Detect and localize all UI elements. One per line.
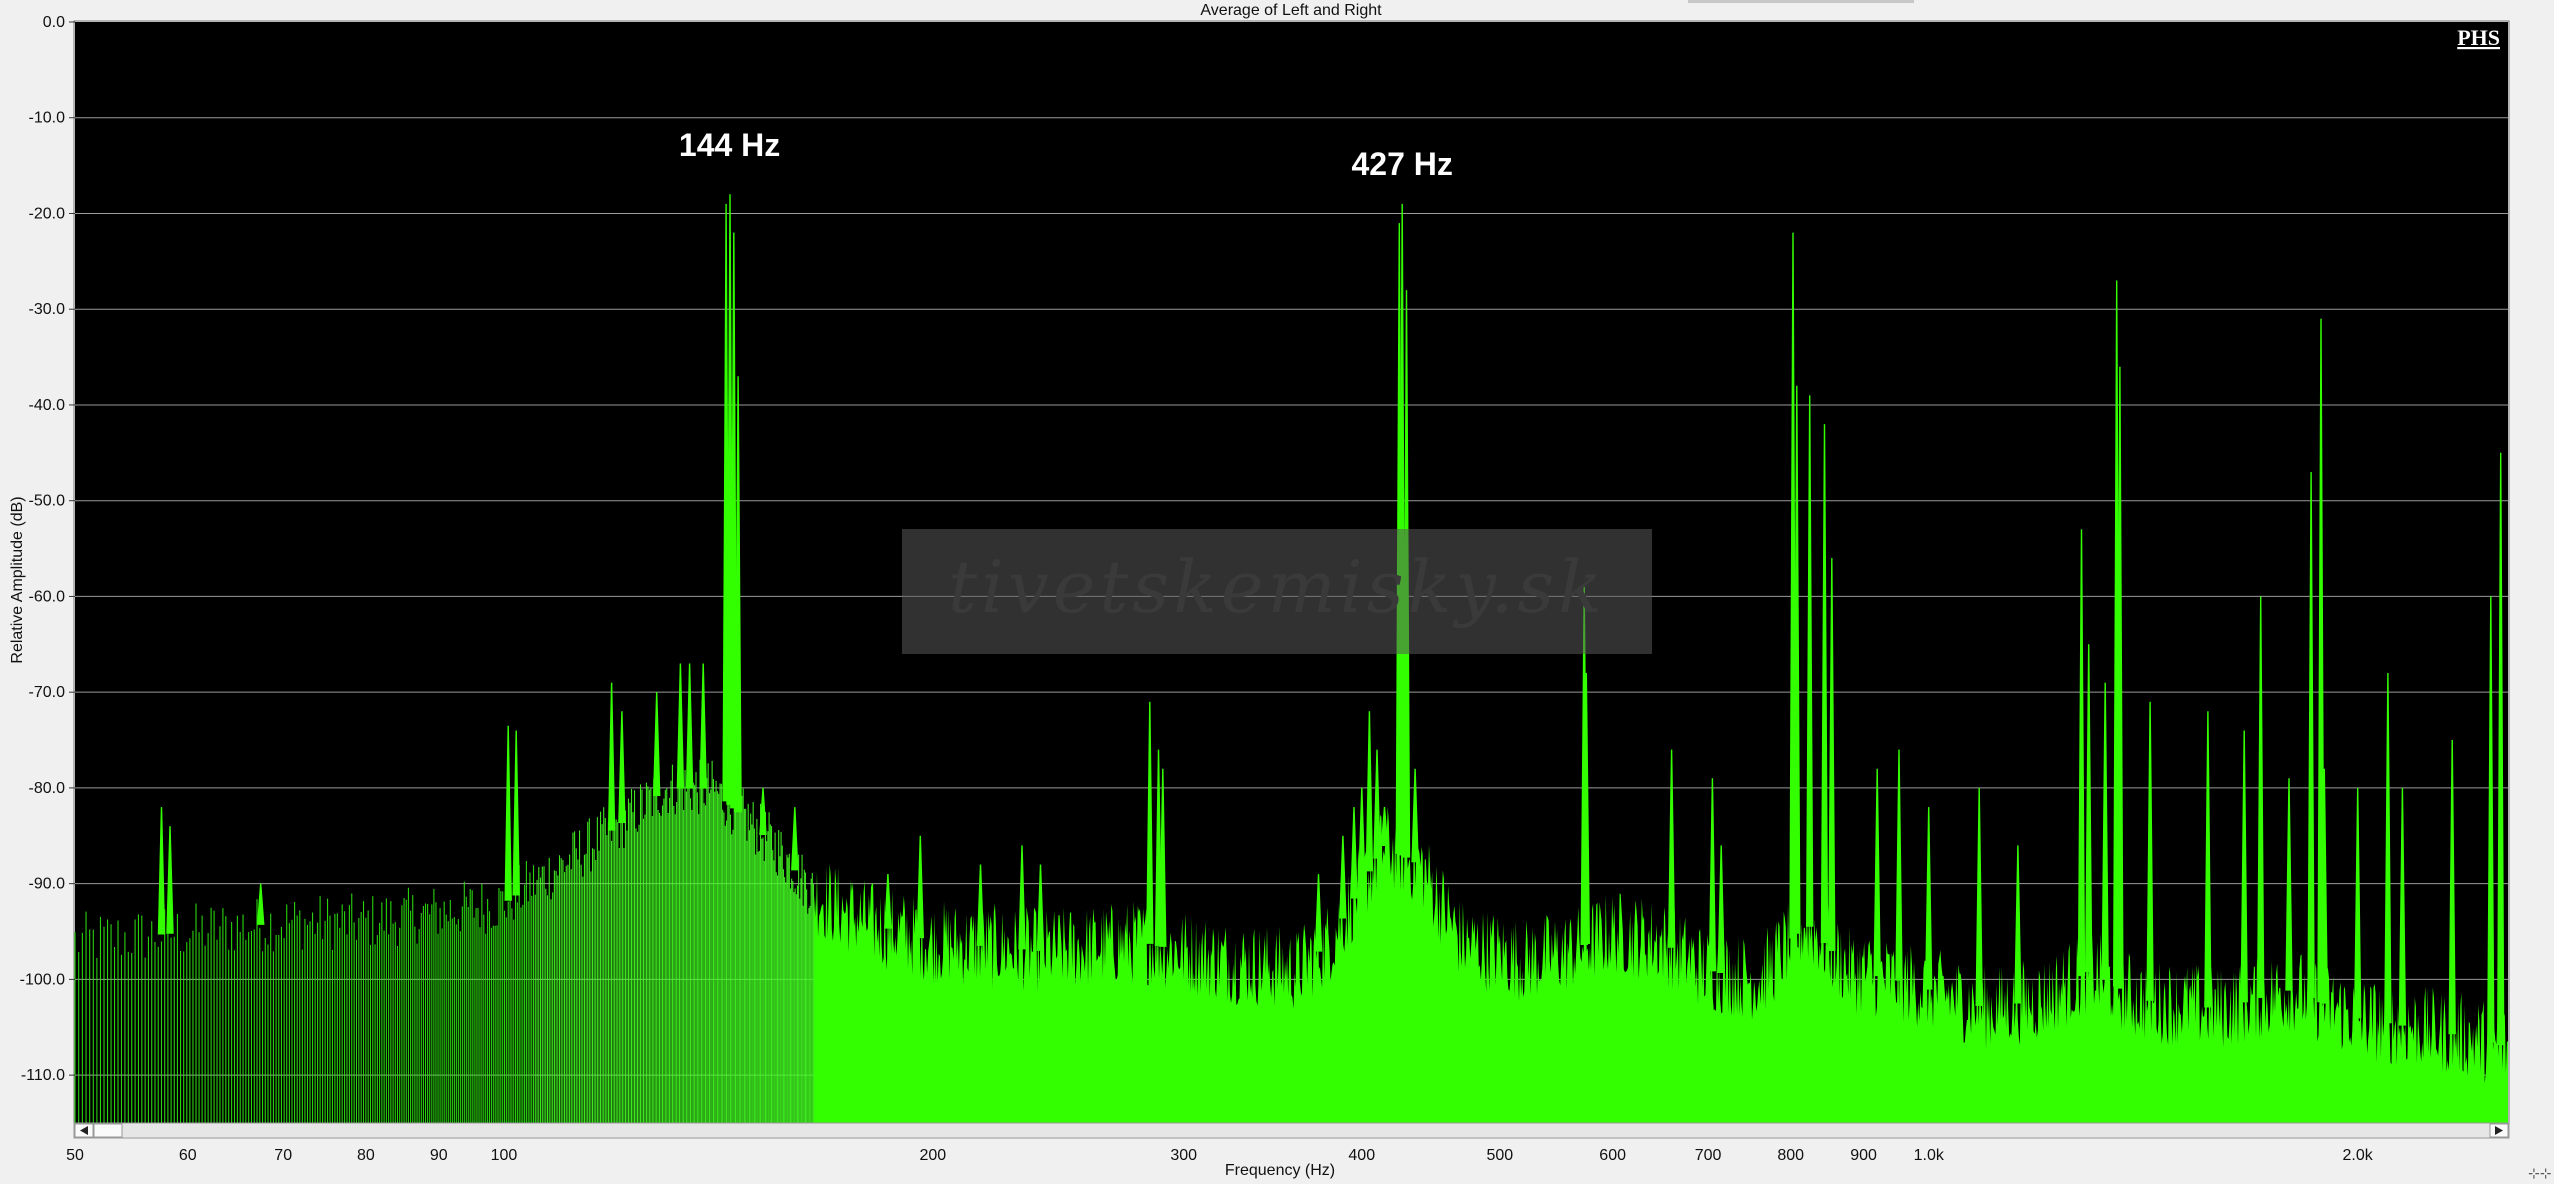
x-tick-label: 70 [274,1147,292,1164]
watermark-text: tivetskemisky.sk [948,545,1606,629]
y-tick-label: -70.0 [29,684,66,701]
top-tab-stub [1688,0,1914,3]
x-tick-label: 100 [491,1147,518,1164]
x-tick-label: 90 [430,1147,448,1164]
y-tick-label: 0.0 [43,14,65,31]
x-tick-label: 60 [179,1147,197,1164]
chart-title: Average of Left and Right [1200,2,1382,19]
x-tick-label: 1.0k [1914,1147,1945,1164]
x-tick-label: 700 [1695,1147,1722,1164]
y-axis-label: Relative Amplitude (dB) [9,496,26,663]
y-tick-label: -80.0 [29,780,66,797]
x-tick-label: 900 [1850,1147,1877,1164]
y-tick-labels: 0.0 -10.0 -20.0 -30.0 -40.0 -50.0 -60.0 -70.0 -8… [20,14,75,1084]
scroll-thumb[interactable] [93,1123,123,1138]
x-tick-label: 200 [919,1147,946,1164]
peak-annotation-144hz: 144 Hz [679,127,780,163]
x-tick-label: 600 [1599,1147,1626,1164]
scrollbar-track[interactable] [73,1122,2510,1139]
y-tick-label: -90.0 [29,876,66,893]
x-tick-label: 300 [1170,1147,1197,1164]
y-tick-label: -60.0 [29,588,66,605]
corner-resize-icon[interactable]: ⊹⊹ [2528,1166,2551,1182]
y-tick-label: -100.0 [20,971,65,988]
x-tick-label: 400 [1348,1147,1375,1164]
x-tick-label: 80 [357,1147,375,1164]
x-tick-label: 800 [1777,1147,1804,1164]
y-tick-label: -30.0 [29,301,66,318]
y-tick-label: -10.0 [29,110,66,127]
x-tick-label: 2.0k [2343,1147,2374,1164]
x-tick-label: 50 [66,1147,84,1164]
y-tick-label: -40.0 [29,397,66,414]
y-tick-label: -20.0 [29,205,66,222]
y-tick-label: -50.0 [29,493,66,510]
brand-mark: PHS [2457,25,2500,50]
y-tick-label: -110.0 [21,1067,65,1084]
x-axis-label: Frequency (Hz) [1225,1162,1335,1179]
spectrum-chart: tivetskemisky.sk 144 Hz 427 Hz PHS Avera… [9,0,2551,1182]
peak-annotation-427hz: 427 Hz [1352,146,1453,182]
x-tick-label: 500 [1486,1147,1513,1164]
